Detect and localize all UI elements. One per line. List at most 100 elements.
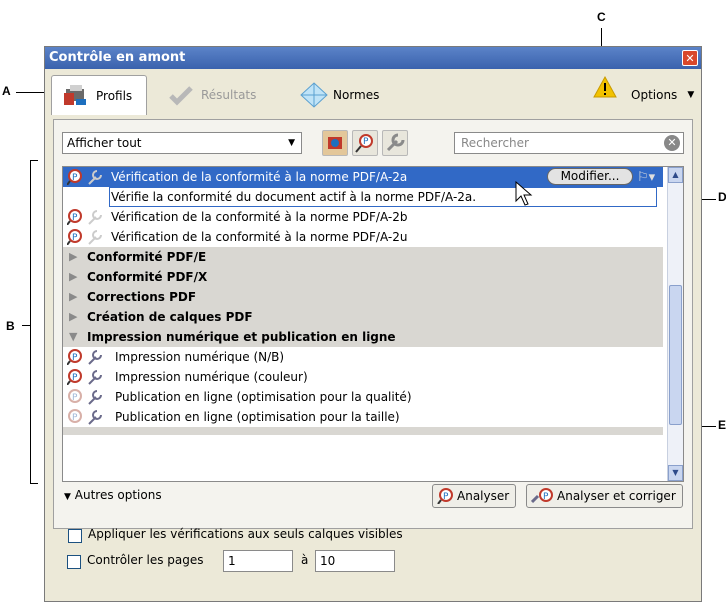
list-item-label: Impression numérique (N/B) xyxy=(115,350,285,364)
wrench-icon xyxy=(386,133,405,152)
tab-normes-label: Normes xyxy=(333,88,380,102)
profiles-panel: Afficher tout ▼ P Rechercher ✕ P Vérific… xyxy=(53,119,693,543)
profiles-toggle-button[interactable] xyxy=(322,130,348,156)
tab-normes[interactable]: Normes xyxy=(299,75,379,115)
group-pdfx[interactable]: ▶ Conformité PDF/X xyxy=(63,267,663,287)
list-item-selected[interactable]: P Vérification de la conformité à la nor… xyxy=(63,167,663,187)
check-fix-icons: P xyxy=(66,229,107,246)
group-partial xyxy=(63,427,663,435)
chevron-down-icon: ▼ xyxy=(288,138,295,148)
page-from-input[interactable]: 1 xyxy=(223,550,293,572)
svg-text:P: P xyxy=(72,173,78,183)
fixups-toggle-button[interactable] xyxy=(382,130,408,156)
tab-resultats[interactable]: Résultats xyxy=(167,75,256,115)
callout-e: E xyxy=(718,418,726,432)
analyze-fix-icon: P xyxy=(530,488,555,511)
clear-search-icon[interactable]: ✕ xyxy=(664,135,680,151)
group-label: Corrections PDF xyxy=(87,290,197,304)
group-impression[interactable]: ▼ Impression numérique et publication en … xyxy=(63,327,663,347)
options-label: Options xyxy=(631,88,678,102)
list-item-label: Vérification de la conformité à la norme… xyxy=(111,170,408,184)
check-fix-icons: P xyxy=(66,349,107,366)
group-label: Création de calques PDF xyxy=(87,310,253,324)
chevron-down-icon: ▼ xyxy=(64,492,71,502)
list-item-label: Vérification de la conformité à la norme… xyxy=(111,230,408,244)
checks-toggle-button[interactable]: P xyxy=(352,130,378,156)
window-titlebar: Contrôle en amont ✕ xyxy=(45,47,701,69)
profiles-icon xyxy=(62,83,92,109)
pages-label: Contrôler les pages xyxy=(87,553,204,567)
scroll-thumb[interactable] xyxy=(669,285,682,425)
options-menu[interactable]: Options ▼ xyxy=(593,75,694,115)
tab-profils-label: Profils xyxy=(96,88,133,103)
collapse-icon: ▼ xyxy=(69,330,78,343)
analyze-fix-button[interactable]: P Analyser et corriger xyxy=(526,484,683,508)
description-box xyxy=(109,187,657,207)
expand-icon: ▶ xyxy=(69,290,78,303)
window-title: Contrôle en amont xyxy=(49,50,186,65)
group-pdfe[interactable]: ▶ Conformité PDF/E xyxy=(63,247,663,267)
svg-text:P: P xyxy=(363,137,369,147)
page-to-input[interactable]: 10 xyxy=(315,550,395,572)
close-button[interactable]: ✕ xyxy=(682,50,698,66)
check-fix-icons: P xyxy=(67,389,107,405)
svg-text:P: P xyxy=(72,233,78,243)
svg-text:P: P xyxy=(72,213,78,223)
filter-select-value: Afficher tout xyxy=(67,136,142,150)
expand-icon: ▶ xyxy=(69,310,78,323)
more-options-toggle[interactable]: ▼ Autres options xyxy=(64,488,162,502)
svg-text:P: P xyxy=(72,393,78,403)
profiles-list: P Vérification de la conformité à la nor… xyxy=(62,166,684,482)
check-magnifier-icon: P xyxy=(355,134,373,153)
tab-resultats-label: Résultats xyxy=(201,88,257,102)
warning-icon xyxy=(593,75,617,115)
svg-text:P: P xyxy=(543,492,549,502)
list-item-label: Impression numérique (couleur) xyxy=(115,370,308,384)
callout-b-bracket xyxy=(30,160,31,484)
visible-layers-checkbox[interactable] xyxy=(68,529,82,543)
list-item[interactable]: P Impression numérique (couleur) xyxy=(63,367,663,387)
modify-button[interactable]: Modifier... xyxy=(547,168,633,185)
scroll-down-icon[interactable]: ▼ xyxy=(668,465,683,481)
list-scrollbar[interactable]: ▲ ▼ xyxy=(667,167,683,481)
pages-checkbox[interactable] xyxy=(67,555,81,569)
list-item[interactable]: P Impression numérique (N/B) xyxy=(63,347,663,367)
svg-text:P: P xyxy=(72,373,78,383)
svg-text:P: P xyxy=(443,492,449,502)
list-item[interactable]: P Publication en ligne (optimisation pou… xyxy=(63,387,663,407)
tab-profils[interactable]: Profils xyxy=(51,75,147,115)
visible-layers-label: Appliquer les vérifications aux seuls ca… xyxy=(88,527,403,541)
expand-icon: ▶ xyxy=(69,270,78,283)
flag-icon[interactable]: ⚐▾ xyxy=(637,168,655,188)
search-input[interactable]: Rechercher ✕ xyxy=(454,132,684,154)
callout-a: A xyxy=(2,84,11,98)
check-fix-icons: P xyxy=(66,169,107,186)
more-options-label: Autres options xyxy=(74,488,162,502)
group-label: Conformité PDF/X xyxy=(87,270,208,284)
list-item-label: Publication en ligne (optimisation pour … xyxy=(115,410,400,424)
scroll-up-icon[interactable]: ▲ xyxy=(668,167,683,183)
analyze-button[interactable]: P Analyser xyxy=(432,484,517,508)
group-label: Conformité PDF/E xyxy=(87,250,207,264)
analyze-label: Analyser xyxy=(457,489,510,503)
analyze-fix-label: Analyser et corriger xyxy=(557,489,676,503)
list-item[interactable]: P Vérification de la conformité à la nor… xyxy=(63,207,663,227)
tab-strip: Profils Résultats Normes Options ▼ xyxy=(45,69,701,119)
svg-text:P: P xyxy=(72,413,78,423)
group-corrections[interactable]: ▶ Corrections PDF xyxy=(63,287,663,307)
mouse-cursor-icon xyxy=(515,181,533,206)
list-item[interactable]: P Vérification de la conformité à la nor… xyxy=(63,227,663,247)
group-label: Impression numérique et publication en l… xyxy=(87,330,396,344)
list-item-label: Vérification de la conformité à la norme… xyxy=(111,210,408,224)
list-item[interactable]: P Publication en ligne (optimisation pou… xyxy=(63,407,663,427)
list-item-label: Publication en ligne (optimisation pour … xyxy=(115,390,412,404)
group-calques[interactable]: ▶ Création de calques PDF xyxy=(63,307,663,327)
results-icon xyxy=(167,82,197,108)
check-fix-icons: P xyxy=(66,369,107,386)
callout-d: D xyxy=(718,190,726,204)
page-to-label: à xyxy=(301,553,309,567)
svg-text:P: P xyxy=(72,353,78,363)
check-fix-icons: P xyxy=(67,409,107,425)
filter-select[interactable]: Afficher tout ▼ xyxy=(62,132,302,154)
search-placeholder: Rechercher xyxy=(461,136,529,150)
